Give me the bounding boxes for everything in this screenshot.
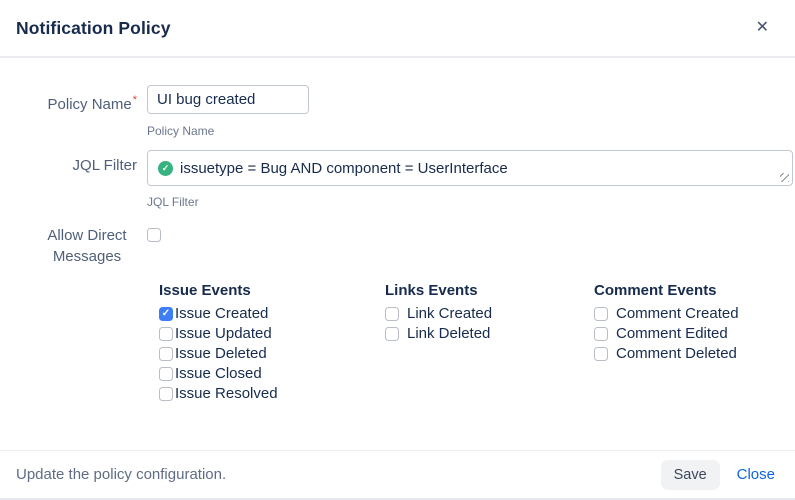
event-checkbox-row[interactable]: Link Created [385,304,594,324]
event-checkbox-row[interactable]: Comment Deleted [594,344,795,364]
policy-name-helper: Policy Name [147,124,795,138]
dialog-footer: Update the policy configuration. Save Cl… [0,450,795,500]
event-label: Issue Created [175,304,268,324]
checkbox-icon[interactable] [159,347,173,361]
jql-filter-value: issuetype = Bug AND component = UserInte… [180,160,508,177]
event-checkbox-row[interactable]: Comment Edited [594,324,795,344]
page-title: Notification Policy [16,18,171,39]
event-list: Link CreatedLink Deleted [385,304,594,344]
event-label: Comment Edited [616,324,728,344]
event-checkbox-row[interactable]: Comment Created [594,304,795,324]
event-label: Issue Deleted [175,344,267,364]
event-group-title: Issue Events [159,281,385,300]
event-group-column: Links Events Link CreatedLink Deleted [385,281,594,404]
checkbox-icon[interactable] [385,307,399,321]
event-checkbox-row[interactable]: Issue Resolved [159,384,385,404]
event-label: Issue Closed [175,364,262,384]
event-list: Issue CreatedIssue UpdatedIssue DeletedI… [159,304,385,404]
event-group-column: Issue Events Issue CreatedIssue UpdatedI… [159,281,385,404]
checkbox-icon[interactable] [385,327,399,341]
event-checkbox-row[interactable]: Link Deleted [385,324,594,344]
event-checkbox-row[interactable]: Issue Created [159,304,385,324]
checkbox-icon[interactable] [159,327,173,341]
footer-actions: Save Close [661,460,775,490]
policy-name-input[interactable] [147,85,309,114]
dialog-header: Notification Policy [0,0,795,58]
event-groups: Issue Events Issue CreatedIssue UpdatedI… [159,281,795,404]
status-text: Update the policy configuration. [16,466,226,483]
policy-name-label-text: Policy Name [48,96,132,113]
jql-filter-input[interactable]: issuetype = Bug AND component = UserInte… [147,150,793,186]
allow-direct-messages-checkbox[interactable] [147,228,161,242]
policy-name-row: Policy Name* [0,85,795,115]
event-list: Comment CreatedComment EditedComment Del… [594,304,795,364]
valid-check-icon [158,161,173,176]
allow-direct-messages-label: Allow Direct Messages [0,225,137,267]
event-checkbox-row[interactable]: Issue Deleted [159,344,385,364]
checkbox-icon[interactable] [159,367,173,381]
notification-policy-dialog: Notification Policy ✕ Policy Name* Polic… [0,0,795,500]
checkbox-icon[interactable] [594,307,608,321]
close-icon[interactable]: ✕ [756,20,769,36]
event-checkbox-row[interactable]: Issue Closed [159,364,385,384]
required-asterisk: * [133,94,137,106]
resize-handle-icon[interactable] [780,173,789,182]
event-label: Issue Resolved [175,384,278,404]
policy-form: Policy Name* Policy Name JQL Filter issu… [0,58,795,404]
event-group-title: Comment Events [594,281,795,300]
checkbox-icon[interactable] [159,387,173,401]
event-checkbox-row[interactable]: Issue Updated [159,324,385,344]
event-label: Comment Deleted [616,344,737,364]
close-button[interactable]: Close [737,466,775,483]
checkbox-icon[interactable] [159,307,173,321]
event-label: Link Created [407,304,492,324]
checkbox-icon[interactable] [594,327,608,341]
event-label: Link Deleted [407,324,490,344]
jql-filter-helper: JQL Filter [147,195,795,209]
allow-direct-messages-row: Allow Direct Messages [0,225,795,267]
event-label: Issue Updated [175,324,272,344]
checkbox-icon[interactable] [594,347,608,361]
jql-filter-label: JQL Filter [0,150,137,176]
event-group-title: Links Events [385,281,594,300]
policy-name-label: Policy Name* [0,85,137,115]
event-group-column: Comment Events Comment CreatedComment Ed… [594,281,795,404]
jql-filter-row: JQL Filter issuetype = Bug AND component… [0,150,795,186]
save-button[interactable]: Save [661,460,720,490]
event-label: Comment Created [616,304,739,324]
